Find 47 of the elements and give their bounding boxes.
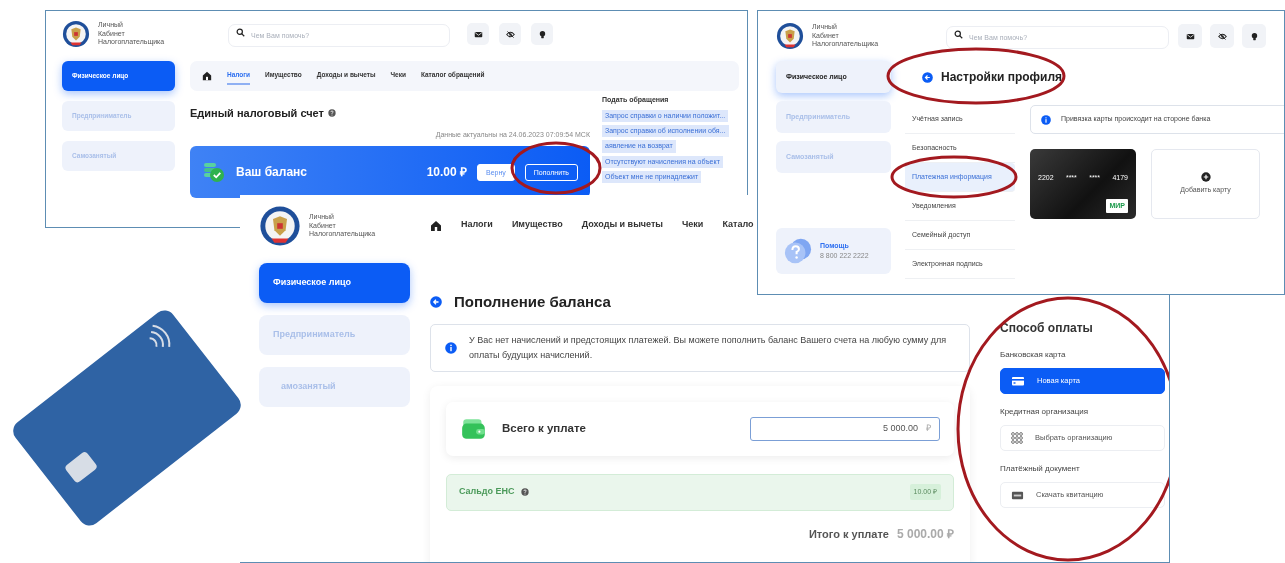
back-icon[interactable]	[430, 296, 442, 309]
group-heading: Банковская карта	[1000, 349, 1067, 361]
lightbulb-icon[interactable]	[1242, 24, 1266, 48]
currency-sign: ₽	[926, 421, 931, 435]
final-amount: 5 000.00 ₽	[896, 525, 954, 543]
group-heading: Кредитная организация	[1000, 406, 1090, 418]
emblem-icon	[776, 22, 804, 50]
info-icon	[445, 341, 457, 354]
amount-value: 5 000.00	[882, 421, 918, 435]
saldo-label: Сальдо ЕНС	[459, 485, 515, 499]
dot-grid-icon	[1011, 432, 1023, 444]
envelope-icon[interactable]	[467, 23, 489, 45]
nav-tab[interactable]: Имущество	[511, 215, 563, 237]
amount-field[interactable]: 5 000.00 ₽	[750, 416, 940, 441]
page-title: Настройки профиля	[941, 69, 1063, 86]
nav-tab[interactable]: Катало	[722, 215, 754, 237]
help-icon[interactable]	[328, 109, 336, 118]
total-label: Всего к уплате	[502, 420, 586, 436]
nav-tab[interactable]: Доходы и вычеты	[581, 215, 664, 237]
sidebar-item[interactable]: Физическое лицо	[259, 263, 410, 303]
lightbulb-icon[interactable]	[531, 23, 553, 45]
question-icon	[784, 237, 812, 265]
nav-tab[interactable]: Чеки	[682, 215, 704, 237]
page-title: Пополнение баланса	[454, 292, 611, 312]
home-icon[interactable]	[202, 71, 212, 81]
balance-label: Ваш баланс	[236, 164, 307, 181]
final-label: Итого к уплате	[808, 526, 889, 542]
eye-slash-icon[interactable]	[1210, 24, 1234, 48]
plus-icon	[1200, 172, 1211, 183]
back-icon[interactable]	[922, 71, 933, 83]
search-icon	[236, 28, 245, 37]
envelope-icon[interactable]	[1178, 24, 1202, 48]
coins-check-icon	[202, 160, 226, 184]
eye-slash-icon[interactable]	[499, 23, 521, 45]
nav-tab[interactable]: Налоги	[461, 215, 493, 237]
info-icon	[1041, 114, 1051, 125]
group-heading: Платёжный документ	[1000, 463, 1081, 475]
emblem-icon	[259, 205, 301, 247]
section-heading: Способ оплаты	[1000, 320, 1094, 337]
info-text: У Вас нет начислений и предстоящих платежей. Вы можете пополнить баланс Вашего счета на любую сумму для оплаты будущих начислений.	[469, 334, 948, 362]
help-icon[interactable]	[520, 488, 529, 496]
balance-amount: 10.00 ₽	[426, 164, 467, 181]
card-icon	[1011, 374, 1025, 388]
page-title: Единый налоговый счет	[190, 106, 324, 121]
search-icon	[954, 30, 963, 39]
home-icon[interactable]	[430, 220, 442, 232]
emblem-icon	[62, 20, 90, 48]
